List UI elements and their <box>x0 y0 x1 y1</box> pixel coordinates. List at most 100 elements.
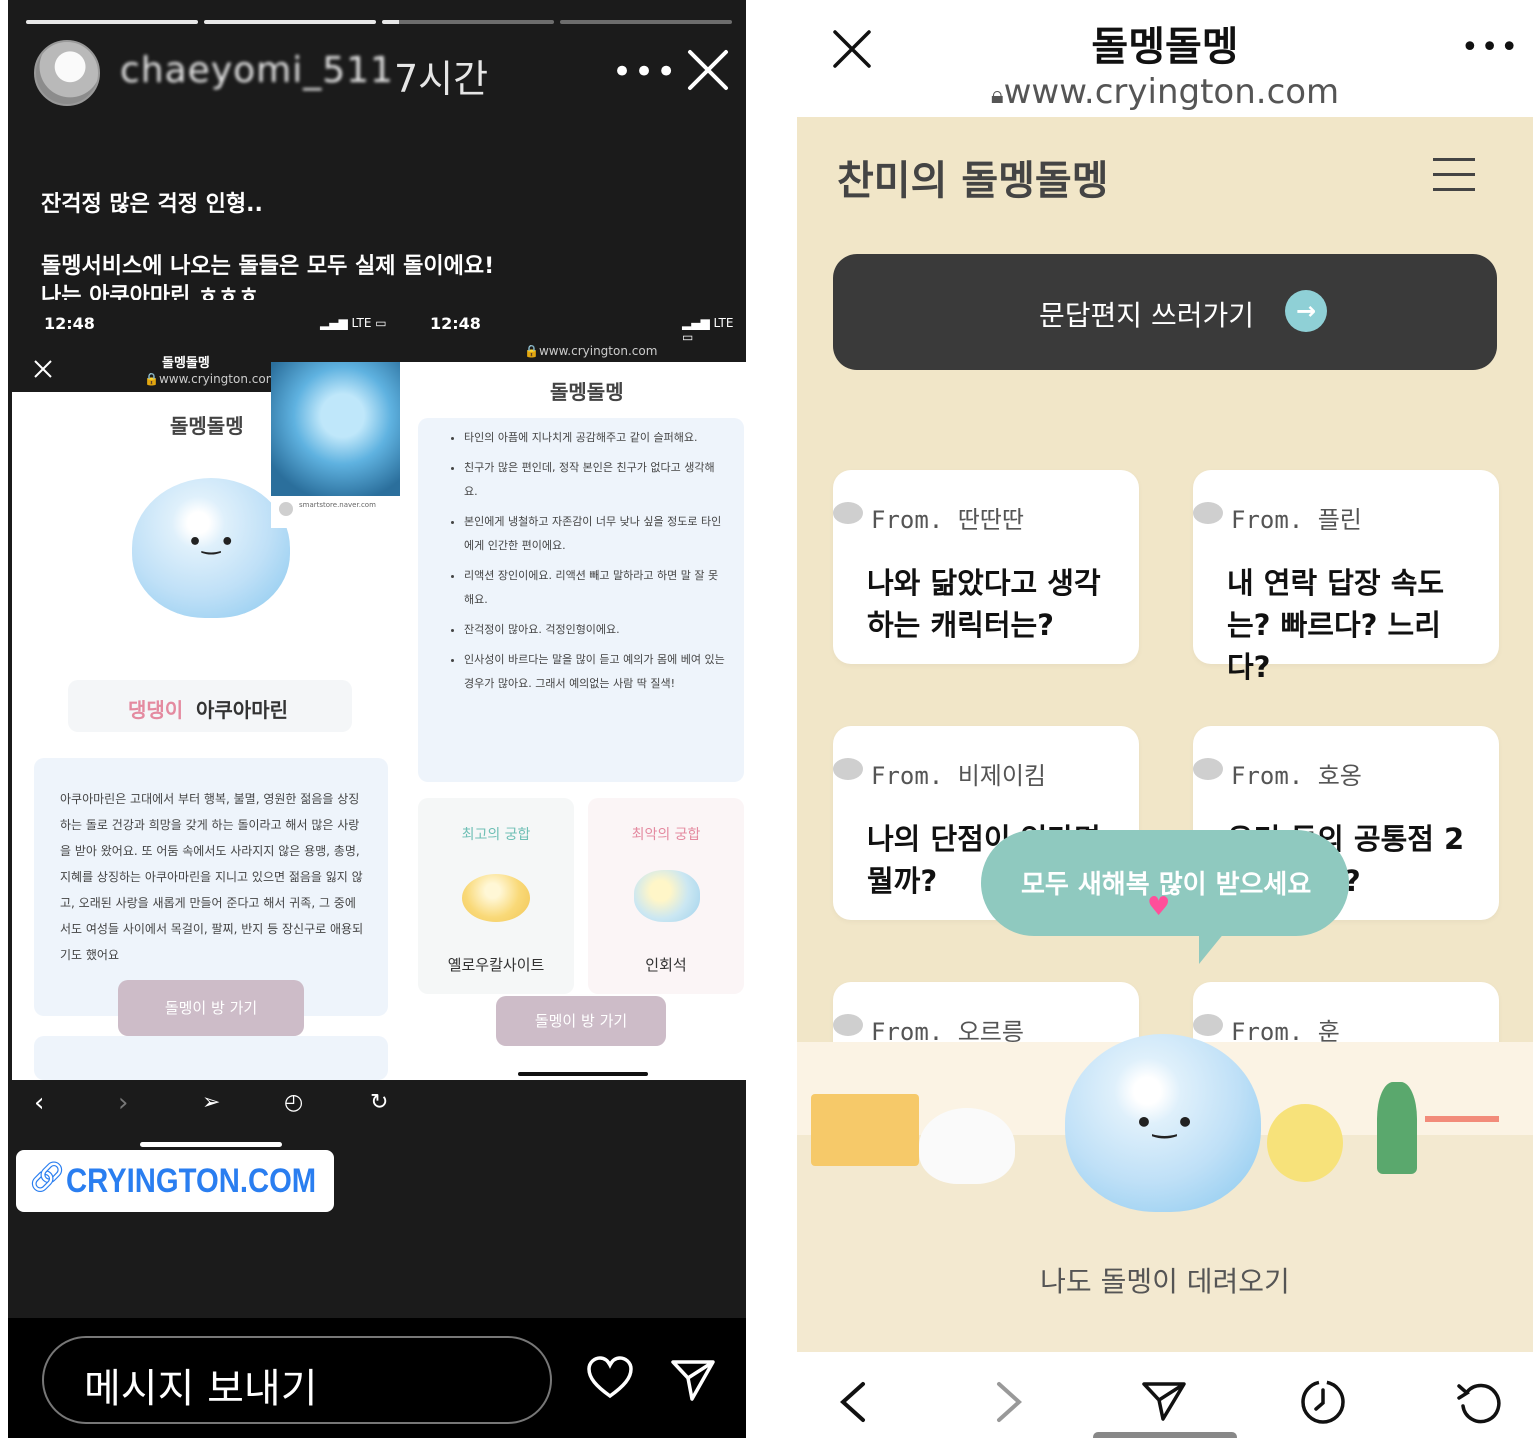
home-indicator <box>140 1142 282 1147</box>
reload-icon[interactable]: ↻ <box>370 1090 388 1115</box>
hamburger-menu-icon[interactable] <box>1433 158 1475 192</box>
pebble-icon <box>833 758 863 780</box>
pebble-icon <box>1193 502 1223 524</box>
send-icon[interactable] <box>670 1358 716 1402</box>
embedded-phone-left: 12:48 ▂▄▆ LTE ▭ 돌멩돌멩 🔒www.cryington.com … <box>12 300 404 1090</box>
more-horizontal-icon[interactable]: ••• <box>612 52 678 92</box>
send-icon[interactable]: ➢ <box>202 1090 220 1115</box>
link-sticker-label: CRYINGTON.COM <box>66 1162 317 1200</box>
close-icon[interactable] <box>32 358 54 380</box>
side-table <box>1425 1116 1499 1186</box>
browser-url: 🔒www.cryington.com <box>144 372 278 386</box>
write-letter-button[interactable]: 문답편지 쓰러가기 → <box>833 254 1497 370</box>
status-time: 12:48 <box>44 314 95 333</box>
lock-icon: 🔒︎ <box>990 81 1004 109</box>
link-sticker[interactable]: 🔗︎ CRYINGTON.COM <box>16 1150 334 1212</box>
link-icon: 🔗︎ <box>28 1160 67 1195</box>
stone-character[interactable]: •‿• <box>1065 1034 1261 1212</box>
story-progress-2 <box>204 20 376 24</box>
username[interactable]: chaeyomi_511 <box>120 50 394 91</box>
browser-toolbar <box>797 1352 1533 1438</box>
card-question: 나와 닮았다고 생각하는 캐릭터는? <box>867 566 1101 642</box>
message-input[interactable]: 메시지 보내기 <box>42 1336 552 1424</box>
traits-box: 타인의 아픔에 지나치게 공감해주고 같이 슬퍼해요. 친구가 많은 편인데, … <box>418 418 744 782</box>
card-from: From. 호옹 <box>1193 756 1362 791</box>
home-indicator <box>518 1072 648 1076</box>
bookshelf <box>811 1094 919 1166</box>
question-card[interactable]: From. 플린 내 연락 답장 속도는? 빠르다? 느리다? <box>1193 470 1499 684</box>
card-question: 내 연락 답장 속도는? 빠르다? 느리다? <box>1227 566 1445 684</box>
apatite-stone-icon <box>634 870 700 922</box>
home-indicator <box>1093 1432 1237 1438</box>
write-letter-label: 문답편지 쓰러가기 <box>1039 299 1254 332</box>
status-time: 12:48 <box>430 314 481 333</box>
close-icon[interactable] <box>684 46 732 94</box>
trait-item: 타인의 아픔에 지나치게 공감해주고 같이 슬퍼해요. <box>464 426 726 450</box>
stone-character: •‿• <box>132 478 290 618</box>
browser-title: 돌멩돌멩 <box>162 356 210 371</box>
forward-icon[interactable] <box>995 1380 1025 1424</box>
browser-url[interactable]: 🔒︎www.cryington.com <box>797 72 1533 112</box>
embedded-toolbar: ‹ › ➢ ◴ ↻ <box>12 1080 404 1138</box>
adopt-stone-link[interactable]: 나도 돌멩이 데려오기 <box>797 1260 1533 1300</box>
reload-icon[interactable] <box>1455 1378 1503 1426</box>
trait-item: 친구가 많은 편인데, 정작 본인은 친구가 없다고 생각해요. <box>464 456 726 504</box>
aquamarine-photo <box>271 362 401 496</box>
description-text: 아쿠아마린은 고대에서 부터 행복, 불멸, 영원한 젊음을 상징하는 돌로 건… <box>60 792 364 962</box>
question-card[interactable]: From. 딴딴딴 나와 닮았다고 생각하는 캐릭터는? <box>833 470 1139 664</box>
caption-line-1: 잔걱정 많은 걱정 인형.. <box>41 192 263 217</box>
description-box-2 <box>34 1036 388 1080</box>
caption-line-2: 돌멩서비스에 나오는 돌들은 모두 실제 돌이에요! <box>41 254 495 279</box>
status-signal: ▂▄▆ LTE ▭ <box>682 316 734 344</box>
card-from: From. 비제이킴 <box>833 756 1046 791</box>
site-logo[interactable]: 찬미의 돌멩돌멩 <box>837 148 1109 206</box>
go-room-button[interactable]: 돌멩이 방 가기 <box>496 996 666 1046</box>
store-caption: smartstore.naver.com <box>271 496 401 528</box>
browser-title: 돌멩돌멩 <box>1091 24 1239 70</box>
page-body: 돌멩돌멩 타인의 아픔에 지나치게 공감해주고 같이 슬퍼해요. 친구가 많은 … <box>400 362 746 1080</box>
yellow-stone-icon <box>462 874 530 922</box>
dog-character <box>919 1108 1015 1184</box>
story-viewer: chaeyomi_511 7시간 ••• 잔걱정 많은 걱정 인형.. 돌멩서비… <box>8 0 746 1438</box>
message-placeholder: 메시지 보내기 <box>84 1366 318 1412</box>
card-from: From. 플린 <box>1193 500 1362 535</box>
trait-item: 인사성이 바르다는 말을 많이 듣고 예의가 몸에 베여 있는 경우가 많아요.… <box>464 648 726 696</box>
reply-bar: 메시지 보내기 <box>8 1318 746 1438</box>
forward-icon[interactable]: › <box>118 1088 128 1118</box>
pebble-icon <box>1193 758 1223 780</box>
post-time: 7시간 <box>394 57 489 101</box>
history-icon[interactable] <box>1299 1378 1347 1426</box>
pebble-icon <box>833 1014 863 1036</box>
site-logo: 돌멩돌멩 <box>170 414 244 438</box>
avatar[interactable] <box>34 40 100 106</box>
back-icon[interactable]: ‹ <box>34 1088 44 1118</box>
embedded-screenshot: 12:48 ▂▄▆ LTE ▭ 돌멩돌멩 🔒www.cryington.com … <box>12 300 746 1090</box>
stone-name-tag: 댕댕이 아쿠아마린 <box>68 680 352 732</box>
more-horizontal-icon[interactable]: ••• <box>1461 30 1520 65</box>
description-box: 아쿠아마린은 고대에서 부터 행복, 불멸, 영원한 젊음을 상징하는 돌로 건… <box>34 758 388 1016</box>
speech-bubble: 모두 새해복 많이 받으세요 ♥ <box>981 830 1349 936</box>
worst-match-card: 최악의 궁합 인회석 <box>588 798 744 994</box>
chick-character <box>1267 1104 1343 1182</box>
pebble-icon <box>1193 1014 1223 1036</box>
go-room-button[interactable]: 돌멩이 방 가기 <box>118 980 304 1036</box>
history-icon[interactable]: ◴ <box>284 1090 303 1115</box>
best-match-card: 최고의 궁합 옐로우칼사이트 <box>418 798 574 994</box>
browser-header: 돌멩돌멩 🔒︎www.cryington.com ••• <box>797 0 1533 117</box>
arrow-right-icon: → <box>1285 290 1327 332</box>
card-from: From. 딴딴딴 <box>833 500 1024 535</box>
story-progress-3 <box>382 20 554 24</box>
story-progress-4 <box>560 20 732 24</box>
trait-item: 리액션 장인이에요. 리액션 빼고 말하라고 하면 말 잘 못해요. <box>464 564 726 612</box>
send-icon[interactable] <box>1141 1380 1187 1422</box>
story-progress-1 <box>26 20 198 24</box>
back-icon[interactable] <box>837 1380 867 1424</box>
status-signal: ▂▄▆ LTE ▭ <box>320 316 387 330</box>
site-logo: 돌멩돌멩 <box>550 380 624 404</box>
heart-icon: ♥ <box>1147 892 1171 922</box>
room-illustration: •‿• <box>797 1034 1533 1352</box>
pebble-icon <box>833 502 863 524</box>
plant <box>1377 1082 1417 1174</box>
speech-bubble-tail <box>1199 932 1225 964</box>
heart-icon[interactable] <box>586 1356 634 1400</box>
